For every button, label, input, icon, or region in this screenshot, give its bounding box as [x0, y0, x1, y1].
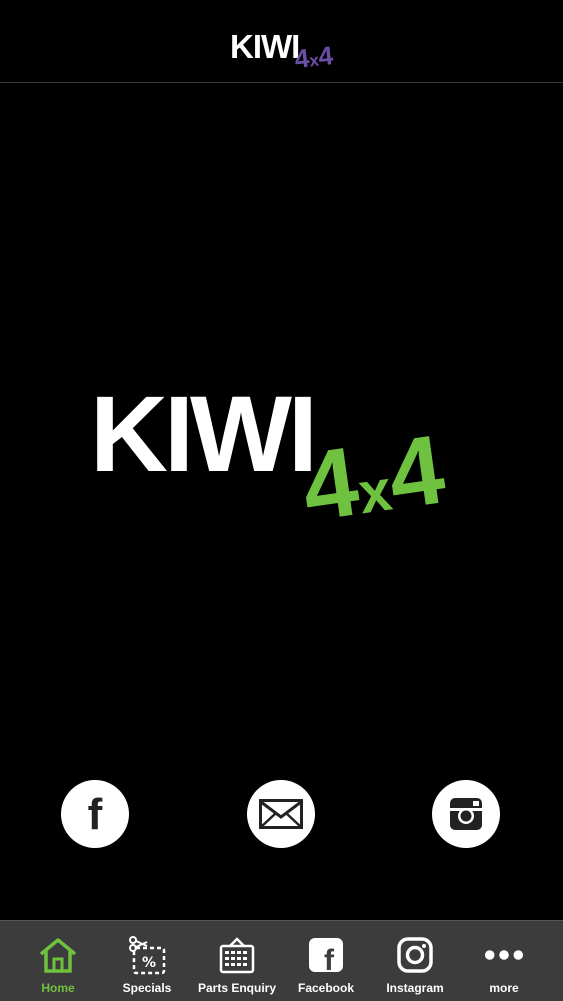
home-icon	[38, 935, 78, 975]
header-logo-kiwi-text: KIWI	[230, 28, 300, 65]
tab-more-label: more	[489, 981, 519, 995]
instagram-tab-icon	[395, 935, 435, 975]
tab-specials[interactable]: % Specials	[109, 921, 185, 1001]
tab-instagram[interactable]: Instagram	[377, 921, 453, 1001]
hero-logo-4x4-text: 4x4	[296, 413, 451, 542]
header-logo-4x4-text: 4x4	[293, 40, 335, 74]
form-icon	[217, 935, 257, 975]
tab-facebook[interactable]: f Facebook	[288, 921, 364, 1001]
instagram-icon	[450, 798, 482, 830]
bottom-tab-bar: Home % Specials Parts Enquiry f Facebook…	[0, 920, 563, 1001]
hero-logo: KIWI 4x4	[90, 380, 490, 550]
instagram-button[interactable]	[432, 780, 500, 848]
more-icon	[484, 935, 524, 975]
mail-icon	[259, 799, 303, 829]
hero-logo-kiwi-text: KIWI	[90, 373, 318, 494]
facebook-button[interactable]: f	[61, 780, 129, 848]
header-logo: KIWI 4x4	[230, 28, 355, 78]
tab-home-label: Home	[41, 981, 75, 995]
tab-instagram-label: Instagram	[386, 981, 444, 995]
tab-specials-label: Specials	[122, 981, 172, 995]
app-header: KIWI 4x4	[0, 0, 563, 83]
svg-text:f: f	[324, 944, 335, 974]
facebook-tab-icon: f	[306, 935, 346, 975]
tab-home[interactable]: Home	[20, 921, 96, 1001]
tab-parts-enquiry[interactable]: Parts Enquiry	[198, 921, 276, 1001]
tab-more[interactable]: more	[466, 921, 542, 1001]
header-logo-num2: 4	[316, 40, 335, 72]
email-button[interactable]	[247, 780, 315, 848]
svg-text:%: %	[142, 955, 156, 971]
hero-logo-num1: 4	[295, 425, 365, 542]
tab-facebook-label: Facebook	[297, 981, 354, 995]
tab-parts-enquiry-label: Parts Enquiry	[197, 981, 277, 995]
facebook-icon: f	[87, 790, 103, 839]
coupon-icon: %	[127, 935, 167, 975]
